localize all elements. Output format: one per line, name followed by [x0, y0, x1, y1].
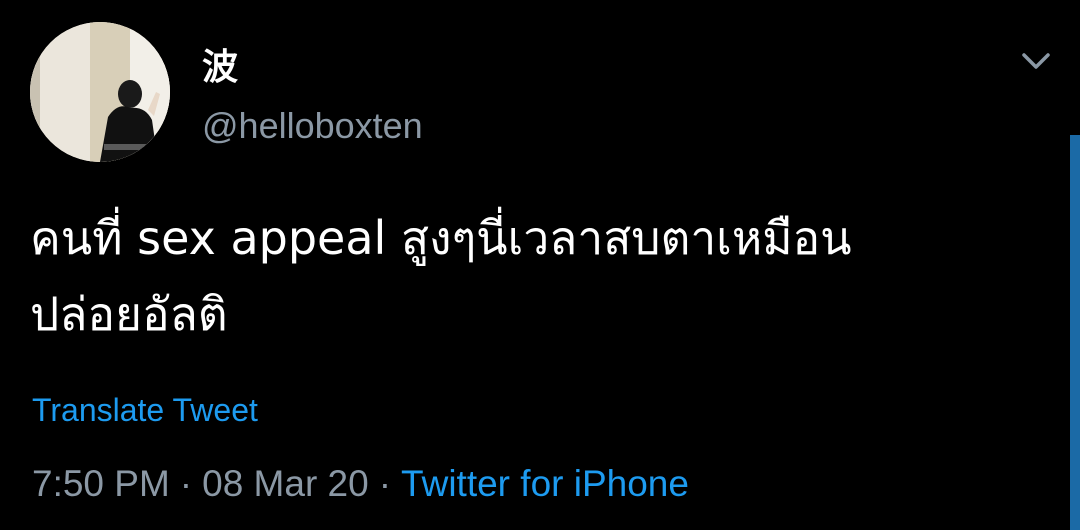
tweet-source-link[interactable]: Twitter for iPhone [401, 463, 689, 504]
tweet-date: 08 Mar 20 [202, 463, 369, 504]
user-handle[interactable]: @helloboxten [202, 105, 423, 147]
separator: · [179, 463, 193, 504]
translate-tweet-link[interactable]: Translate Tweet [32, 392, 258, 429]
chevron-down-icon[interactable] [1016, 46, 1056, 76]
display-name[interactable]: 波 [202, 38, 238, 90]
avatar-photo [30, 22, 170, 162]
tweet-time: 7:50 PM [32, 463, 170, 504]
tweet-metadata: 7:50 PM · 08 Mar 20 · Twitter for iPhone [32, 463, 689, 505]
avatar[interactable] [30, 22, 170, 162]
tweet-text: คนที่ sex appeal สูงๆนี่เวลาสบตาเหมือน ป… [30, 211, 852, 341]
scroll-indicator [1070, 135, 1080, 530]
separator: · [378, 463, 392, 504]
